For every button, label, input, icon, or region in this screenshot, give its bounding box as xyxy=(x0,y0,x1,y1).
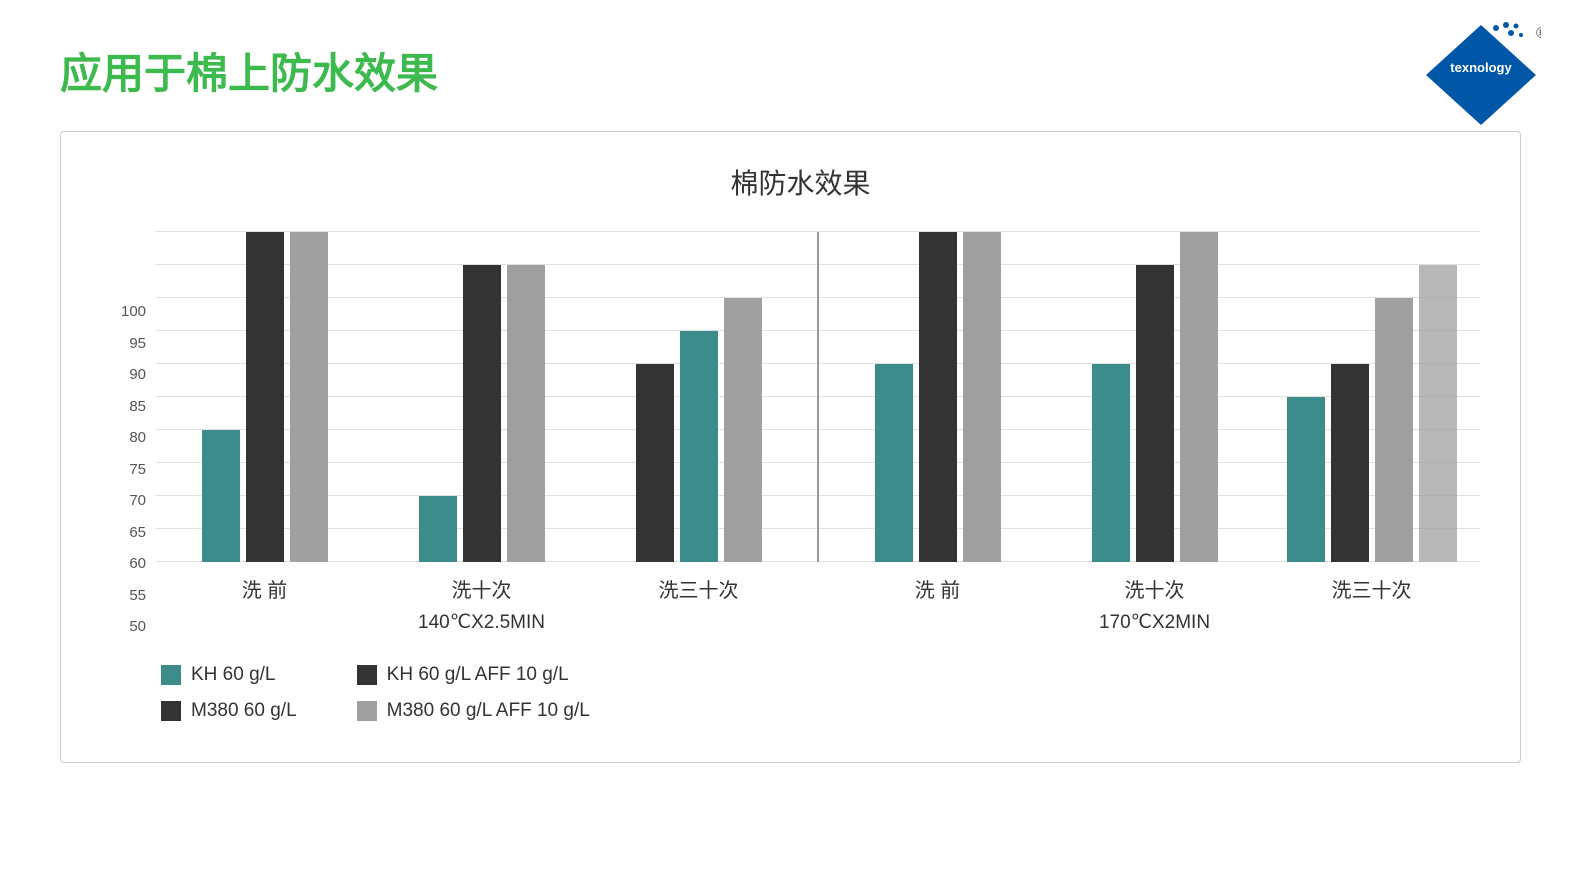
legend-label-kh-aff: KH 60 g/L AFF 10 g/L xyxy=(387,664,569,686)
bars-group xyxy=(1092,232,1218,562)
legend-label-m380-aff: M380 60 g/L AFF 10 g/L xyxy=(387,700,590,722)
x-group-xiqian-170: 洗 前 xyxy=(829,574,1046,603)
y-label-90: 90 xyxy=(121,367,146,382)
legend-item-m380-aff: M380 60 g/L AFF 10 g/L xyxy=(357,700,590,722)
chart-inner: 洗 前 洗十次 洗三十次 洗 前 洗十次 洗三十次 xyxy=(156,232,1480,634)
logo-container: texnology ® xyxy=(1421,20,1541,150)
bars-container xyxy=(156,232,1480,562)
x-label-xisanshici-140: 洗三十次 xyxy=(659,574,739,603)
legend-item-kh-aff: KH 60 g/L AFF 10 g/L xyxy=(357,664,590,686)
group-xisanshici-170 xyxy=(1263,265,1480,562)
bar-teal-xishici-170 xyxy=(1092,364,1130,562)
bar-dark-xishici-140 xyxy=(463,265,501,562)
x-group-xisanshici-140: 洗三十次 xyxy=(590,574,807,603)
legend-color-dark2 xyxy=(357,665,377,685)
section-label-170: 170℃X2MIN xyxy=(829,611,1480,634)
texnology-logo: texnology ® xyxy=(1421,20,1541,150)
chart-area: 50 55 60 65 70 75 80 85 90 95 100 xyxy=(121,232,1480,634)
group-xiqian-170 xyxy=(829,232,1046,562)
bars-group xyxy=(875,232,1001,562)
y-label-50: 50 xyxy=(121,619,146,634)
bar-dark-xisanshici-140 xyxy=(636,364,674,562)
chart-container: 棉防水效果 50 55 60 65 70 75 80 85 90 95 100 xyxy=(60,131,1521,763)
section-label-140: 140℃X2.5MIN xyxy=(156,611,807,634)
bar-gray-xiqian-140 xyxy=(290,232,328,562)
x-label-xiqian-140: 洗 前 xyxy=(242,574,288,603)
bar-gray-xisanshici-140 xyxy=(724,298,762,562)
bar-teal-xisanshici-140 xyxy=(680,331,718,562)
bar-gray-xishici-170 xyxy=(1180,232,1218,562)
x-group-xishici-170: 洗十次 xyxy=(1046,574,1263,603)
bars-group xyxy=(419,265,545,562)
y-label-85: 85 xyxy=(121,399,146,414)
legend-area: KH 60 g/L M380 60 g/L KH 60 g/L AFF 10 g… xyxy=(121,664,1480,722)
legend-color-teal xyxy=(161,665,181,685)
legend-column-1: KH 60 g/L M380 60 g/L xyxy=(161,664,297,722)
legend-color-dark xyxy=(161,701,181,721)
section-labels-row: 140℃X2.5MIN 170℃X2MIN xyxy=(156,611,1480,634)
y-label-65: 65 xyxy=(121,525,146,540)
group-xishici-140 xyxy=(373,265,590,562)
y-label-75: 75 xyxy=(121,462,146,477)
x-group-xishici-140: 洗十次 xyxy=(373,574,590,603)
y-label-55: 55 xyxy=(121,588,146,603)
x-label-xiqian-170: 洗 前 xyxy=(915,574,961,603)
svg-text:®: ® xyxy=(1536,25,1541,42)
legend-item-kh: KH 60 g/L xyxy=(161,664,297,686)
y-axis: 50 55 60 65 70 75 80 85 90 95 100 xyxy=(121,304,146,634)
bar-kh-xishici-140 xyxy=(419,496,457,562)
bars-group xyxy=(1287,265,1457,562)
legend-column-2: KH 60 g/L AFF 10 g/L M380 60 g/L AFF 10 … xyxy=(357,664,590,722)
group-xisanshici-140 xyxy=(590,298,807,562)
y-label-80: 80 xyxy=(121,430,146,445)
legend-label-kh: KH 60 g/L xyxy=(191,664,276,686)
group-xishici-170 xyxy=(1046,232,1263,562)
chart-title: 棉防水效果 xyxy=(121,162,1480,202)
bar-dark-xiqian-170 xyxy=(919,232,957,562)
x-label-xisanshici-170: 洗三十次 xyxy=(1332,574,1412,603)
bar-teal-xisanshici-170 xyxy=(1287,397,1325,562)
bar-m380aff-xiqian-140 xyxy=(246,232,284,562)
bar-dark-xisanshici-170 xyxy=(1331,364,1369,562)
y-label-95: 95 xyxy=(121,336,146,351)
bar-gray-xiqian-170 xyxy=(963,232,1001,562)
x-label-xishici-140: 洗十次 xyxy=(452,574,512,603)
bar-gray1-xisanshici-170 xyxy=(1375,298,1413,562)
x-group-xiqian-140: 洗 前 xyxy=(156,574,373,603)
x-group-xisanshici-170: 洗三十次 xyxy=(1263,574,1480,603)
section-divider xyxy=(817,232,819,562)
x-label-xishici-170: 洗十次 xyxy=(1125,574,1185,603)
bar-dark-xishici-170 xyxy=(1136,265,1174,562)
bar-gray2-xisanshici-170 xyxy=(1419,265,1457,562)
y-label-60: 60 xyxy=(121,556,146,571)
y-label-100: 100 xyxy=(121,304,146,319)
legend-item-m380: M380 60 g/L xyxy=(161,700,297,722)
y-label-70: 70 xyxy=(121,493,146,508)
bar-gray-xishici-140 xyxy=(507,265,545,562)
legend-label-m380: M380 60 g/L xyxy=(191,700,297,722)
x-labels: 洗 前 洗十次 洗三十次 洗 前 洗十次 洗三十次 xyxy=(156,574,1480,603)
legend-color-gray xyxy=(357,701,377,721)
bar-kh-xiqian-140 xyxy=(202,430,240,562)
bars-group xyxy=(202,232,328,562)
bars-group xyxy=(636,298,762,562)
group-xiqian-140 xyxy=(156,232,373,562)
svg-text:texnology: texnology xyxy=(1450,60,1512,75)
bar-teal-xiqian-170 xyxy=(875,364,913,562)
page-title: 应用于棉上防水效果 xyxy=(0,0,1581,121)
